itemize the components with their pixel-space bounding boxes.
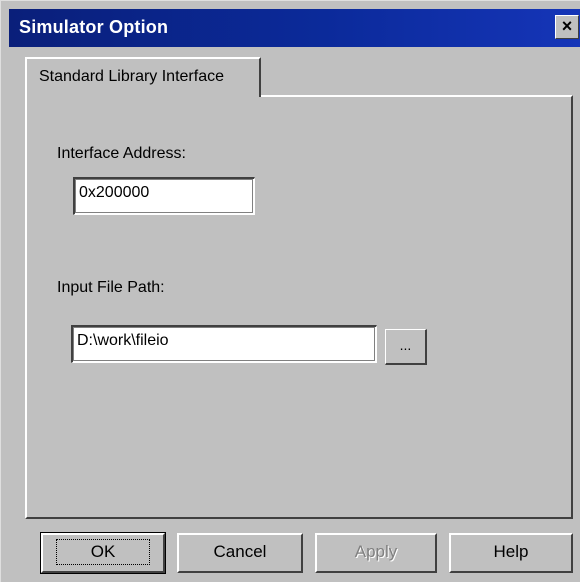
- close-button[interactable]: ×: [555, 15, 579, 39]
- browse-button[interactable]: ...: [385, 329, 427, 365]
- window-title: Simulator Option: [19, 17, 169, 37]
- help-button[interactable]: Help: [449, 533, 573, 573]
- cancel-button[interactable]: Cancel: [177, 533, 303, 573]
- input-file-path-input[interactable]: D:\work\fileio: [71, 325, 377, 363]
- tab-label: Standard Library Interface: [39, 68, 224, 85]
- close-icon: ×: [561, 16, 573, 36]
- title-bar[interactable]: Simulator Option ×: [9, 9, 580, 47]
- ok-button-label: OK: [55, 539, 151, 565]
- simulator-option-dialog: Simulator Option × Standard Library Inte…: [0, 0, 580, 582]
- tab-standard-library-interface[interactable]: Standard Library Interface: [25, 57, 261, 97]
- apply-button[interactable]: Apply: [315, 533, 437, 573]
- ok-button[interactable]: OK: [40, 532, 166, 574]
- input-file-path-label: Input File Path:: [57, 279, 165, 296]
- interface-address-label: Interface Address:: [57, 145, 186, 162]
- interface-address-input[interactable]: 0x200000: [73, 177, 255, 215]
